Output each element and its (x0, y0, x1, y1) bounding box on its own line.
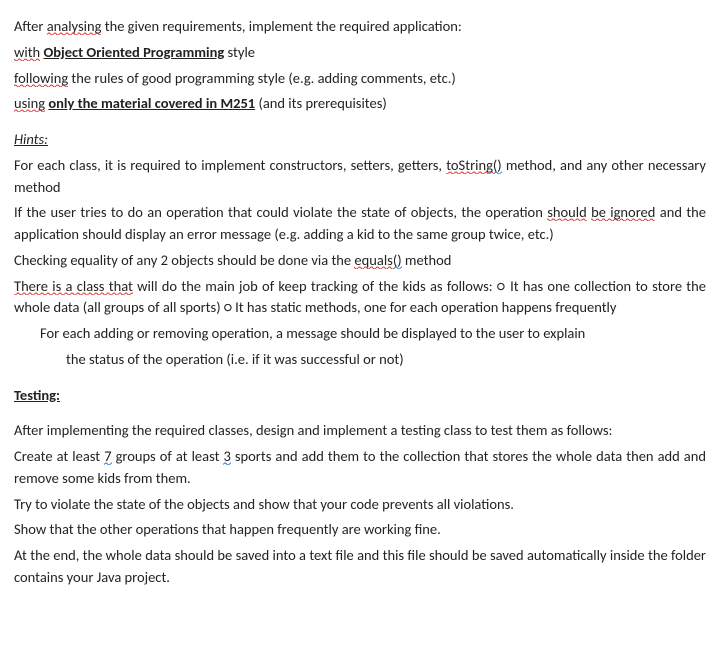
text: For each adding or removing operation, a… (40, 324, 585, 342)
intro-line-3: following the rules of good programming … (14, 68, 706, 90)
text-squiggle: toString (446, 156, 493, 174)
hints-p3: Checking equality of any 2 objects shoul… (14, 250, 706, 272)
testing-p3: Try to violate the state of the objects … (14, 494, 706, 516)
bold-underline-text: only the material covered in M251 (48, 94, 255, 112)
intro-line-4: using only the material covered in M251 … (14, 93, 706, 115)
text-squiggle: should (547, 203, 587, 221)
text-squiggle: equals (354, 251, 392, 269)
text: style (224, 43, 255, 61)
text: groups of at least (112, 447, 224, 465)
text: Create at least (14, 447, 104, 465)
text-squiggle-blue: 3 (223, 447, 230, 465)
text-squiggle: There is a class that (14, 277, 133, 295)
text: For each class, it is required to implem… (14, 156, 446, 174)
hints-heading: Hints: (14, 129, 706, 151)
text: If the user tries to do an operation tha… (14, 203, 547, 221)
text: After (14, 17, 47, 35)
text: Show that the other operations that happ… (14, 520, 441, 538)
text: the given requirements, implement the re… (101, 17, 461, 35)
text: the status of the operation (i.e. if it … (66, 350, 404, 368)
text-squiggle: analysing (47, 17, 102, 35)
text: the rules of good programming style (e.g… (68, 69, 456, 87)
hints-p1: For each class, it is required to implem… (14, 155, 706, 199)
heading-text: Hints: (14, 130, 48, 148)
text-squiggle-blue: () (393, 251, 402, 269)
hints-p2: If the user tries to do an operation tha… (14, 202, 706, 246)
bold-underline-text: Object Oriented Programming (43, 43, 224, 61)
text-squiggle: following (14, 69, 68, 87)
testing-p5: At the end, the whole data should be sav… (14, 545, 706, 589)
text-squiggle: with (14, 43, 40, 61)
heading-text: Testing: (14, 386, 60, 404)
text: (and its prerequisites) (255, 94, 387, 112)
text-squiggle-blue: () (493, 156, 502, 174)
text: Checking equality of any 2 objects shoul… (14, 251, 354, 269)
hints-p6: the status of the operation (i.e. if it … (14, 349, 706, 371)
text-squiggle: using (14, 94, 45, 112)
testing-p1: After implementing the required classes,… (14, 420, 706, 442)
text-squiggle: be ignored (591, 203, 655, 221)
hints-p5: For each adding or removing operation, a… (14, 323, 706, 345)
text: At the end, the whole data should be sav… (14, 546, 706, 586)
text-squiggle-blue: 7 (104, 447, 111, 465)
hints-p4: There is a class that will do the main j… (14, 276, 706, 320)
intro-line-2: with Object Oriented Programming style (14, 42, 706, 64)
testing-heading: Testing: (14, 385, 706, 407)
intro-line-1: After analysing the given requirements, … (14, 16, 706, 38)
testing-p2: Create at least 7 groups of at least 3 s… (14, 446, 706, 490)
text: Try to violate the state of the objects … (14, 495, 514, 513)
testing-p4: Show that the other operations that happ… (14, 519, 706, 541)
text: After implementing the required classes,… (14, 421, 612, 439)
text: method (402, 251, 452, 269)
